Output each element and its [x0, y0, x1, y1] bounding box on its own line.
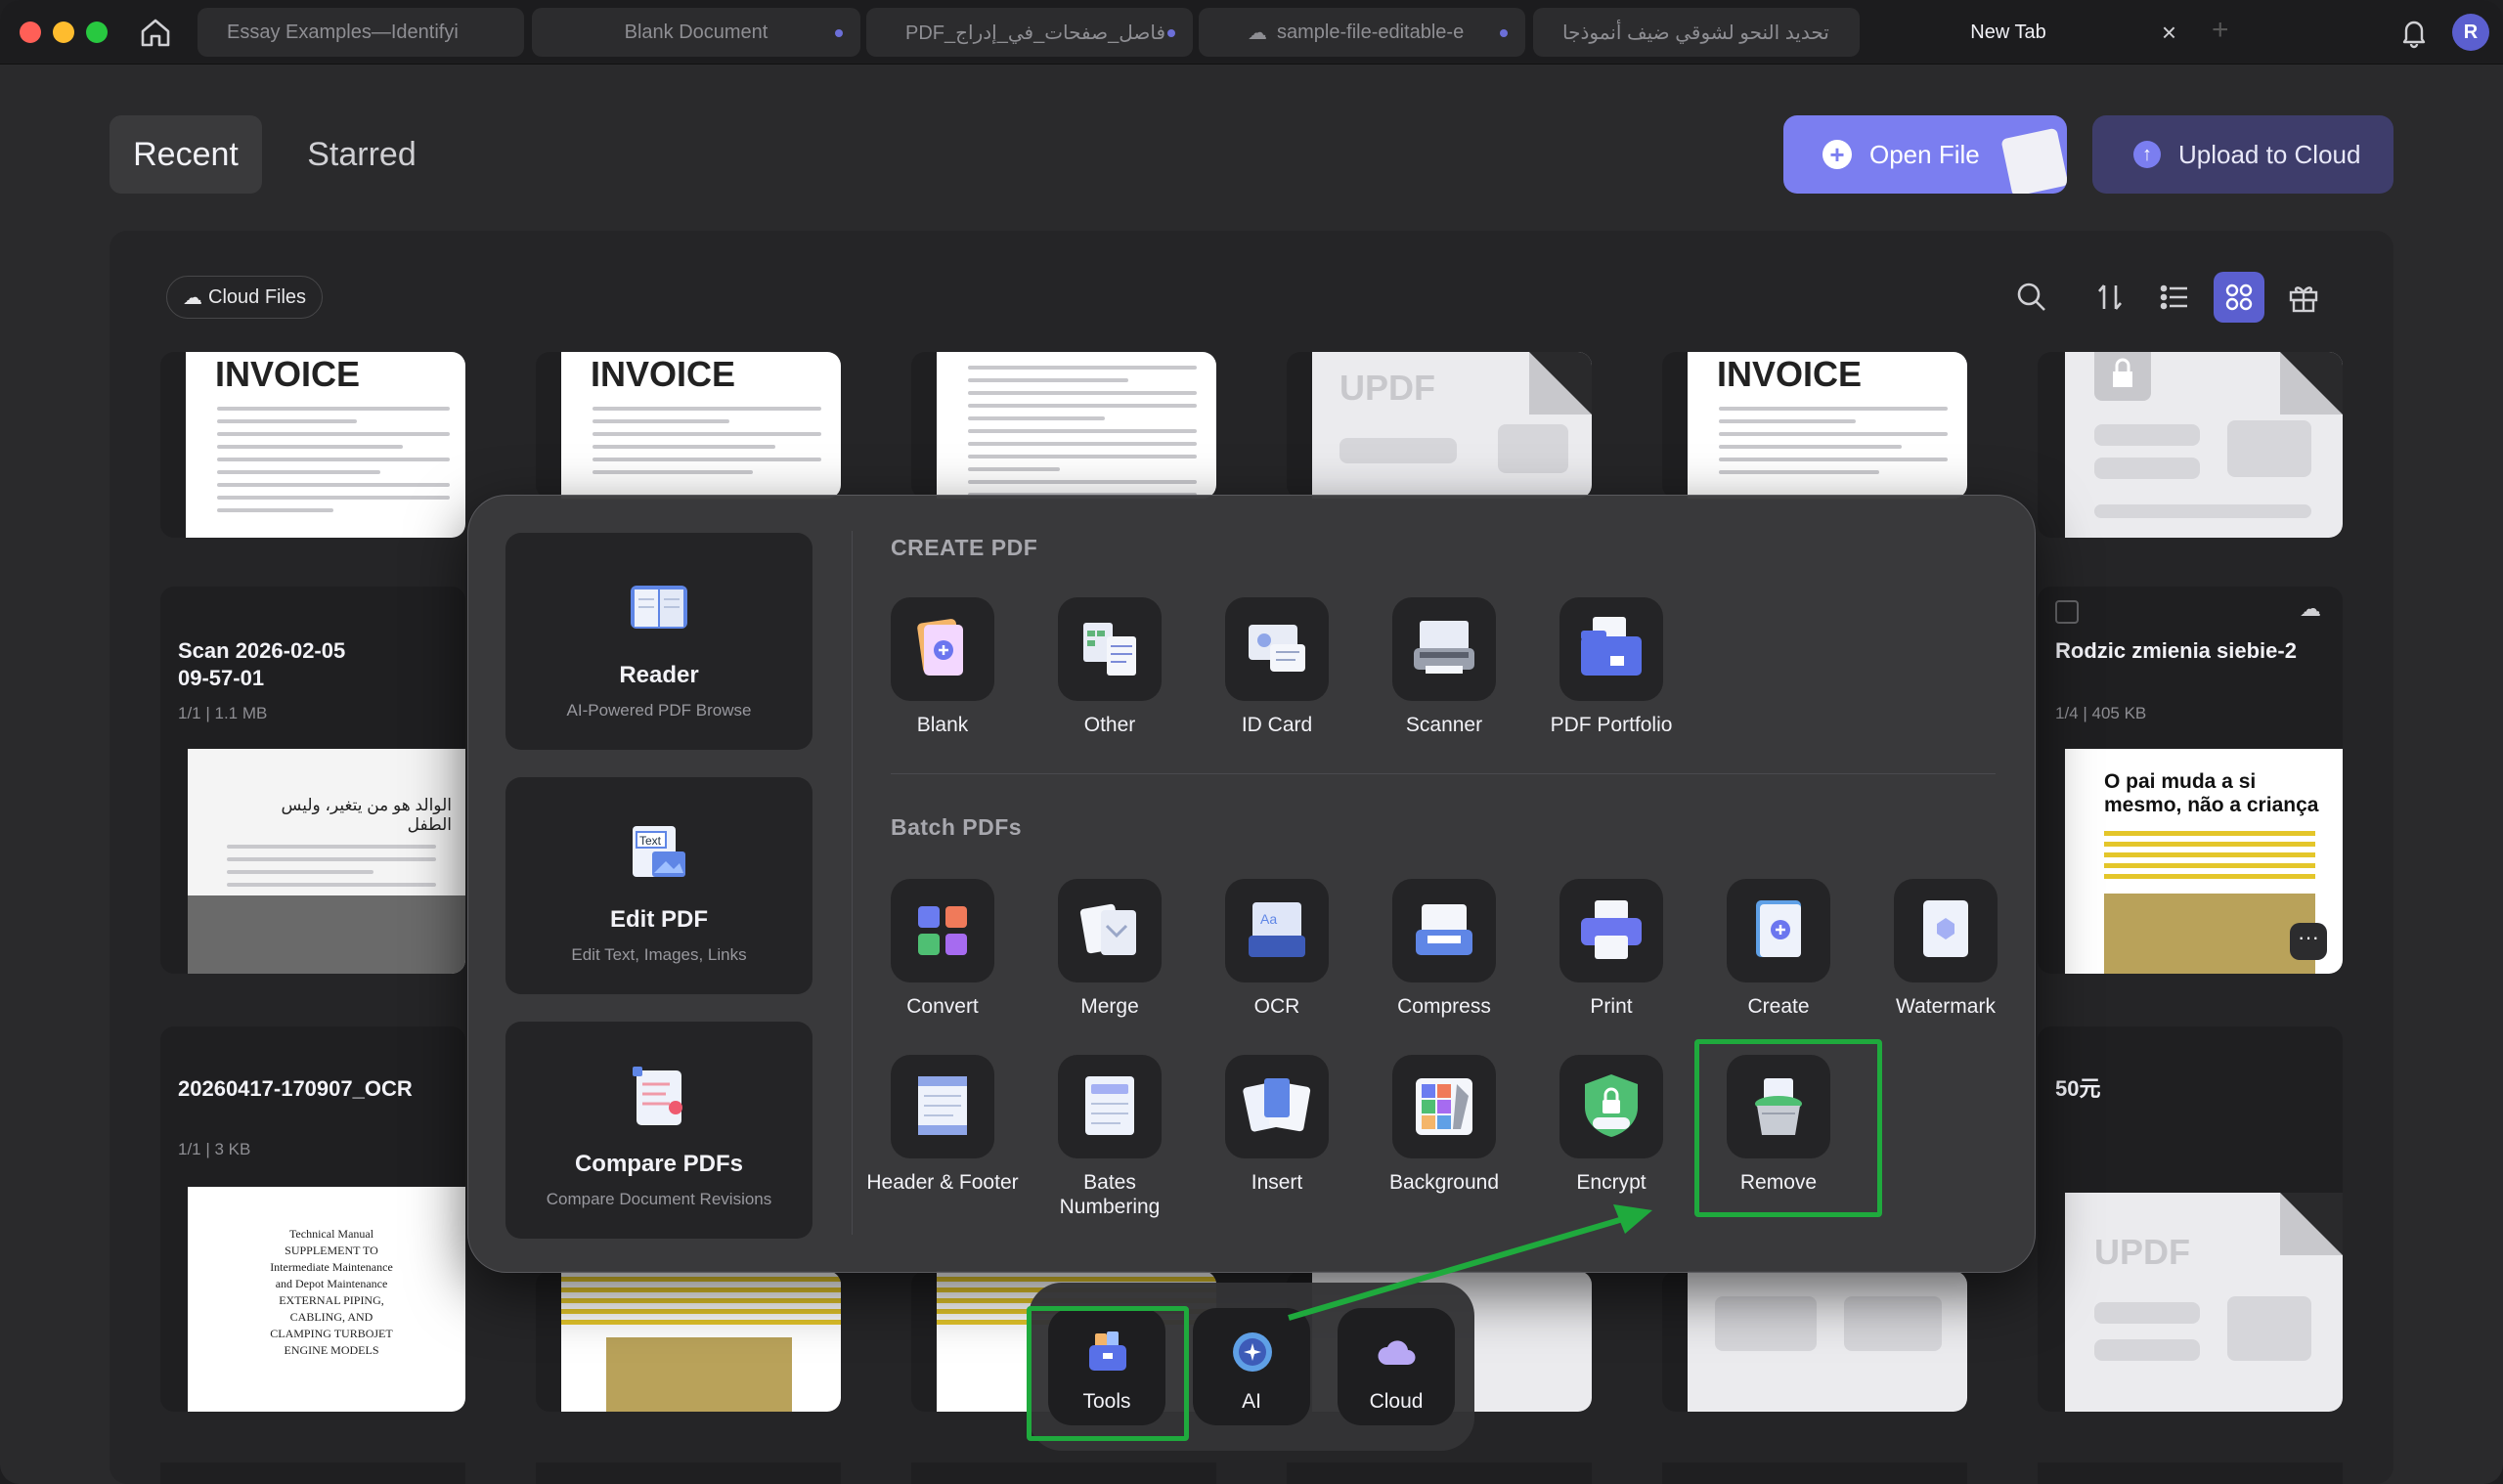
annotation-arrow: [1288, 1204, 1652, 1321]
app-window: Essay Examples—Identifyi Blank Document …: [0, 0, 2503, 1484]
